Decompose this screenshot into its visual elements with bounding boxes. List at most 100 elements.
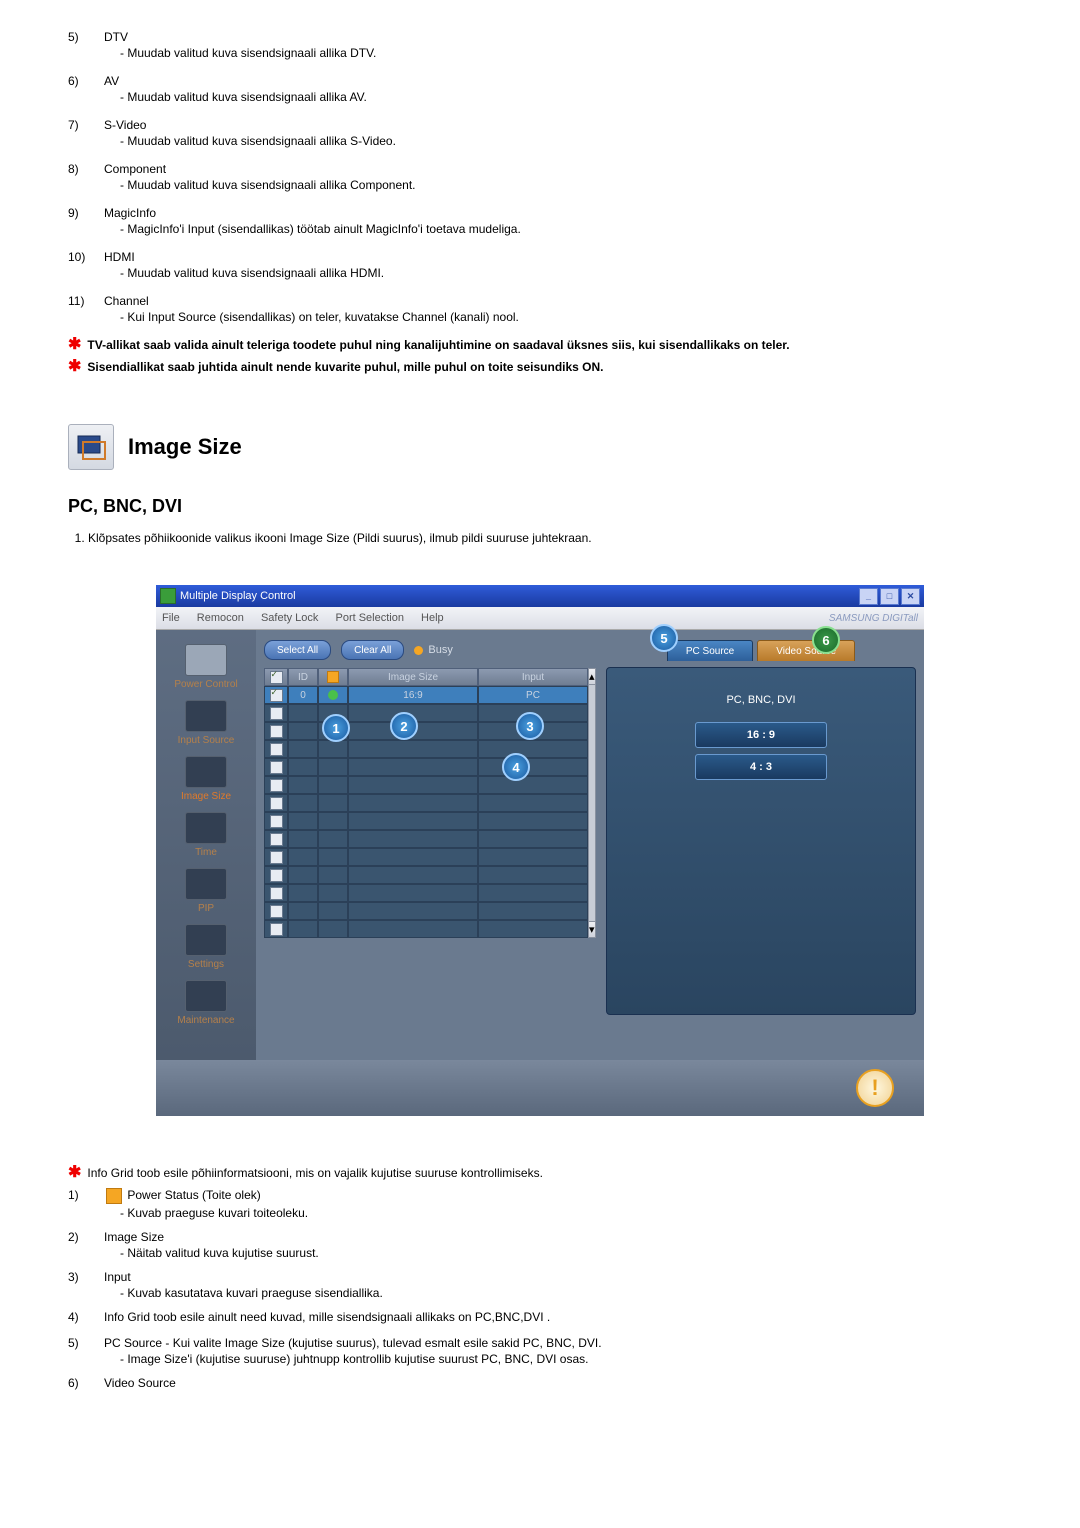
- item-number: 10): [68, 250, 104, 280]
- right-panel-label: PC, BNC, DVI: [617, 694, 905, 706]
- list-item: 11)Channel- Kui Input Source (sisendalli…: [68, 294, 1012, 324]
- note: ✱TV-allikat saab valida ainult teleriga …: [68, 338, 1012, 352]
- item-desc: - Image Size'i (kujutise suuruse) juhtnu…: [120, 1352, 1012, 1366]
- bottom-list: 1) Power Status (Toite olek)- Kuvab prae…: [68, 1188, 1012, 1392]
- ratio-16-9-button[interactable]: 16 : 9: [695, 722, 827, 748]
- select-all-button[interactable]: Select All: [264, 640, 331, 660]
- sidebar-item-label: Maintenance: [156, 1015, 256, 1026]
- col-id: ID: [288, 668, 318, 686]
- list-item: 6)Video Source: [68, 1376, 1012, 1392]
- sidebar-item-label: PIP: [156, 903, 256, 914]
- table-row[interactable]: [264, 794, 588, 812]
- sidebar-item-maintenance[interactable]: Maintenance: [156, 980, 256, 1026]
- menu-remocon[interactable]: Remocon: [197, 612, 244, 624]
- item-desc: - Kuvab praeguse kuvari toiteoleku.: [120, 1206, 1012, 1220]
- table-row[interactable]: [264, 920, 588, 938]
- item-desc: - Kuvab kasutatava kuvari praeguse sisen…: [120, 1286, 1012, 1300]
- item-desc: - Näitab valitud kuva kujutise suurust.: [120, 1246, 1012, 1260]
- sub-title: PC, BNC, DVI: [68, 496, 1012, 517]
- image-size-icon: [68, 424, 114, 470]
- list-item: 4)Info Grid toob esile ainult need kuvad…: [68, 1310, 1012, 1326]
- minimize-button[interactable]: _: [859, 588, 878, 605]
- item-desc: - Muudab valitud kuva sisendsignaali all…: [120, 134, 1012, 148]
- item-number: 6): [68, 74, 104, 104]
- menu-safety-lock[interactable]: Safety Lock: [261, 612, 318, 624]
- app-window: Multiple Display Control _ □ ✕ File Remo…: [156, 585, 924, 1116]
- item-title: MagicInfo: [104, 206, 1012, 220]
- list-item: 3)Input - Kuvab kasutatava kuvari praegus…: [68, 1270, 1012, 1300]
- step-list: Klõpsates põhiikoonide valikus ikooni Im…: [68, 531, 1012, 545]
- item-desc: - Muudab valitud kuva sisendsignaali all…: [120, 178, 1012, 192]
- close-button[interactable]: ✕: [901, 588, 920, 605]
- item-desc: - Muudab valitud kuva sisendsignaali all…: [120, 266, 1012, 280]
- section-header: Image Size: [68, 424, 1012, 470]
- maximize-button[interactable]: □: [880, 588, 899, 605]
- table-row[interactable]: [264, 776, 588, 794]
- list-item: 5)PC Source - Kui valite Image Size (kuj…: [68, 1336, 1012, 1366]
- table-row[interactable]: [264, 704, 588, 722]
- sidebar-item-input-source[interactable]: Input Source: [156, 700, 256, 746]
- table-row[interactable]: [264, 740, 588, 758]
- note-text: Info Grid toob esile põhiinformatsiooni,…: [87, 1166, 543, 1180]
- image-size-icon: [185, 756, 227, 788]
- item-title: S-Video: [104, 118, 1012, 132]
- row-checkbox[interactable]: [270, 689, 283, 702]
- note-text: Sisendiallikat saab juhtida ainult nende…: [87, 360, 603, 374]
- sidebar-item-label: Settings: [156, 959, 256, 970]
- table-row[interactable]: [264, 884, 588, 902]
- col-checkbox[interactable]: [264, 668, 288, 686]
- sidebar-item-time[interactable]: Time: [156, 812, 256, 858]
- table-row[interactable]: [264, 722, 588, 740]
- table-row[interactable]: [264, 848, 588, 866]
- power-status-icon: [106, 1188, 122, 1204]
- clear-all-button[interactable]: Clear All: [341, 640, 404, 660]
- item-title: Image Size: [104, 1230, 1012, 1244]
- list-item: 6)AV- Muudab valitud kuva sisendsignaali…: [68, 74, 1012, 104]
- star-icon: ✱: [68, 360, 81, 374]
- step-text: Klõpsates põhiikoonide valikus ikooni Im…: [88, 531, 1012, 545]
- right-panel: PC, BNC, DVI 16 : 9 4 : 3: [606, 667, 916, 1015]
- sidebar-item-settings[interactable]: Settings: [156, 924, 256, 970]
- menu-file[interactable]: File: [162, 612, 180, 624]
- item-title: Component: [104, 162, 1012, 176]
- item-number: 5): [68, 30, 104, 60]
- cell-image-size: 16:9: [348, 686, 478, 704]
- table-row[interactable]: 0 16:9 PC: [264, 686, 588, 704]
- item-title: DTV: [104, 30, 1012, 44]
- item-desc: - MagicInfo'i Input (sisendallikas) tööt…: [120, 222, 1012, 236]
- sidebar-item-label: Image Size: [156, 791, 256, 802]
- footer-bar: !: [156, 1060, 924, 1116]
- item-number: 4): [68, 1310, 104, 1326]
- table-row[interactable]: [264, 902, 588, 920]
- table-row[interactable]: [264, 830, 588, 848]
- tab-video-source[interactable]: Video Source: [757, 640, 855, 661]
- note: ✱ Sisendiallikat saab juhtida ainult nend…: [68, 360, 1012, 374]
- sidebar-item-image-size[interactable]: Image Size: [156, 756, 256, 802]
- item-title: Power Status (Toite olek): [104, 1188, 1012, 1204]
- list-item: 9)MagicInfo - MagicInfo'i Input (sisendal…: [68, 206, 1012, 236]
- item-number: 3): [68, 1270, 104, 1300]
- cell-input: PC: [478, 686, 588, 704]
- sidebar-item-pip[interactable]: PIP: [156, 868, 256, 914]
- info-icon[interactable]: !: [856, 1069, 894, 1107]
- table-row[interactable]: [264, 758, 588, 776]
- table-row[interactable]: [264, 866, 588, 884]
- sidebar-item-label: Time: [156, 847, 256, 858]
- menu-help[interactable]: Help: [421, 612, 444, 624]
- sidebar-item-label: Power Control: [156, 679, 256, 690]
- menu-port-selection[interactable]: Port Selection: [335, 612, 403, 624]
- tab-pc-source[interactable]: PC Source: [667, 640, 753, 661]
- sidebar-item-power-control[interactable]: Power Control: [156, 644, 256, 690]
- item-title: Input: [104, 1270, 1012, 1284]
- time-icon: [185, 812, 227, 844]
- item-number: 9): [68, 206, 104, 236]
- cell-power: [318, 686, 348, 704]
- col-image-size: Image Size: [348, 668, 478, 686]
- star-icon: ✱: [68, 338, 81, 352]
- list-item: 8)Component- Muudab valitud kuva sisends…: [68, 162, 1012, 192]
- item-title: HDMI: [104, 250, 1012, 264]
- ratio-4-3-button[interactable]: 4 : 3: [695, 754, 827, 780]
- table-row[interactable]: [264, 812, 588, 830]
- item-desc: - Kui Input Source (sisendallikas) on te…: [120, 310, 1012, 324]
- busy-label: Busy: [428, 644, 452, 656]
